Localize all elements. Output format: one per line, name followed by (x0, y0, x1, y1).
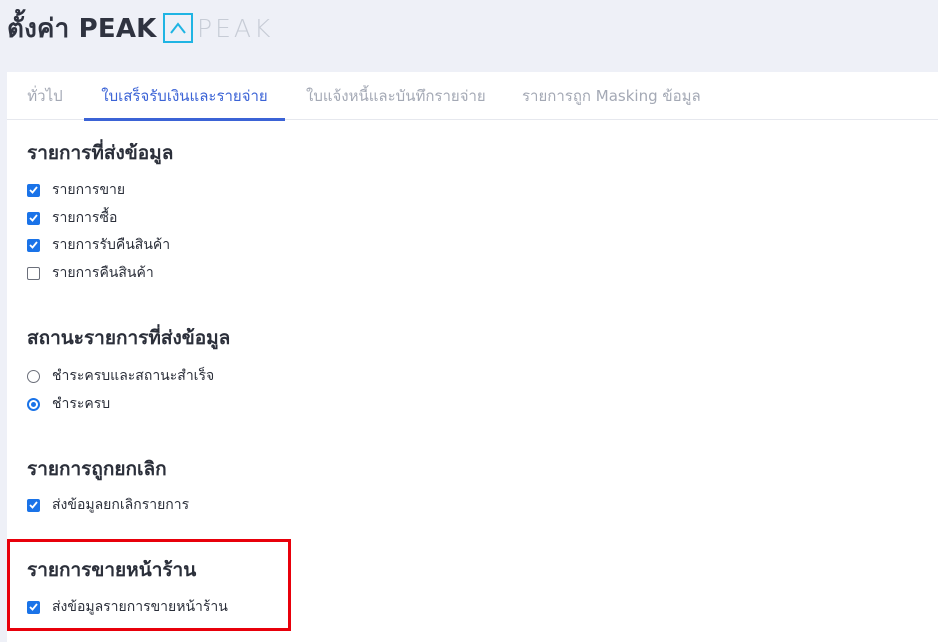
radio-label: ชำระครบและสถานะสำเร็จ (52, 368, 215, 384)
checkbox-purchase-returns[interactable]: รายการคืนสินค้า (27, 263, 154, 283)
checkbox-label: รายการขาย (52, 182, 126, 198)
checkbox-label: รายการซื้อ (52, 210, 118, 226)
checkbox-sales[interactable]: รายการขาย (27, 180, 125, 200)
checkbox-label: รายการรับคืนสินค้า (52, 237, 171, 253)
tab-bar: ทั่วไป ใบเสร็จรับเงินและรายจ่าย ใบแจ้งหน… (7, 72, 938, 121)
page-title: ตั้งค่า PEAK (7, 14, 157, 44)
radio-label: ชำระครบ (52, 396, 111, 412)
tab-masked-items[interactable]: รายการถูก Masking ข้อมูล (522, 72, 701, 120)
page-header: ตั้งค่า PEAK PEAK (0, 0, 938, 72)
checkbox-purchases[interactable]: รายการซื้อ (27, 208, 117, 228)
radio-unselected-icon[interactable] (27, 369, 40, 383)
section-title-send-items: รายการที่ส่งข้อมูล (27, 142, 174, 164)
checkbox-send-cancellations[interactable]: ส่งข้อมูลยกเลิกรายการ (27, 495, 189, 515)
peak-logo-icon (163, 13, 193, 43)
checkbox-checked-icon[interactable] (27, 183, 40, 197)
checkbox-label: ส่งข้อมูลยกเลิกรายการ (52, 497, 190, 513)
checkbox-sales-returns[interactable]: รายการรับคืนสินค้า (27, 235, 170, 255)
tab-general[interactable]: ทั่วไป (27, 72, 63, 120)
checkbox-checked-icon[interactable] (27, 211, 40, 225)
section-title-storefront: รายการขายหน้าร้าน (27, 559, 197, 581)
section-title-status: สถานะรายการที่ส่งข้อมูล (27, 327, 231, 349)
radio-selected-icon[interactable] (27, 397, 40, 411)
checkbox-checked-icon[interactable] (27, 238, 40, 252)
section-title-cancelled: รายการถูกยกเลิก (27, 458, 167, 480)
checkbox-label: รายการคืนสินค้า (52, 265, 154, 281)
radio-paid[interactable]: ชำระครบ (27, 394, 110, 414)
checkbox-checked-icon[interactable] (27, 600, 40, 614)
checkbox-send-storefront-sales[interactable]: ส่งข้อมูลรายการขายหน้าร้าน (27, 597, 228, 617)
peak-logo: PEAK (163, 12, 273, 44)
checkbox-label: ส่งข้อมูลรายการขายหน้าร้าน (52, 599, 228, 615)
radio-paid-and-completed[interactable]: ชำระครบและสถานะสำเร็จ (27, 366, 214, 386)
peak-logo-text: PEAK (197, 13, 274, 43)
tab-invoices-expense-records[interactable]: ใบแจ้งหนี้และบันทึกรายจ่าย (306, 72, 486, 120)
checkbox-checked-icon[interactable] (27, 498, 40, 512)
checkbox-unchecked-icon[interactable] (27, 266, 40, 280)
settings-card: ทั่วไป ใบเสร็จรับเงินและรายจ่าย ใบแจ้งหน… (7, 72, 938, 642)
tab-receipts-expenses[interactable]: ใบเสร็จรับเงินและรายจ่าย (84, 72, 285, 121)
